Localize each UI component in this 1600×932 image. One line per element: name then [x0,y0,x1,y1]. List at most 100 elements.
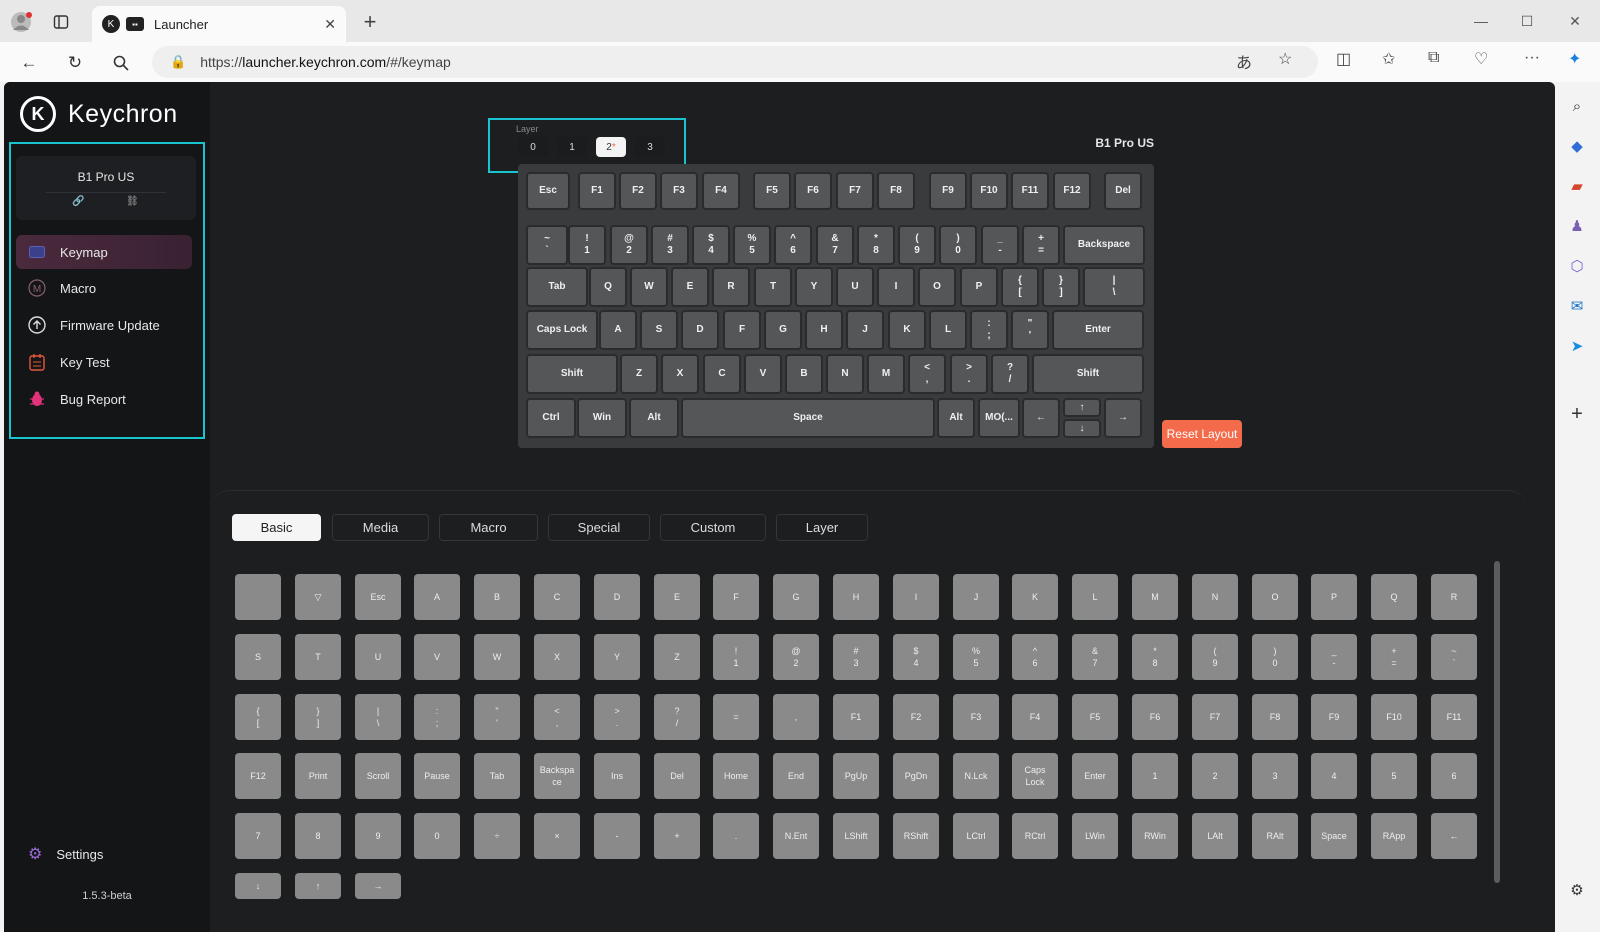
picker-key[interactable]: RAlt [1252,813,1298,859]
picker-key[interactable]: Tab [474,753,520,799]
sidebar-item-bug-report[interactable]: Bug Report [16,382,192,416]
picker-key[interactable]: . [713,813,759,859]
keyboard-key[interactable]: J [846,310,884,350]
picker-key[interactable]: N.Ent [773,813,819,859]
picker-key[interactable]: F3 [953,694,999,740]
keyboard-key[interactable]: G [764,310,802,350]
tab-media[interactable]: Media [332,514,429,541]
keyboard-key[interactable]: _ - [981,225,1019,265]
keyboard-key[interactable]: * 8 [857,225,895,265]
picker-key[interactable]: F [713,574,759,620]
picker-key[interactable]: LCtrl [953,813,999,859]
profile-icon[interactable] [8,9,34,35]
picker-key[interactable]: Esc [355,574,401,620]
keyboard-key[interactable]: F3 [660,172,698,210]
picker-key[interactable]: Home [713,753,759,799]
keyboard-key[interactable]: Backspace [1063,225,1145,265]
picker-key[interactable]: C [534,574,580,620]
sidebar-item-keymap[interactable]: Keymap [16,235,192,269]
picker-key[interactable]: (9 [1192,634,1238,680]
maximize-icon[interactable]: ☐ [1512,10,1542,32]
picker-key[interactable]: Z [654,634,700,680]
picker-key[interactable]: = [713,694,759,740]
keyboard-key[interactable]: Caps Lock [526,310,598,350]
keyboard-key[interactable]: E [671,267,709,307]
keyboard-key[interactable]: F1 [578,172,616,210]
search-sidebar-icon[interactable]: ⌕ [1565,94,1589,118]
picker-key[interactable]: Enter [1072,753,1118,799]
link-icon[interactable]: 🔗 [72,196,84,207]
picker-key[interactable]: Backspa ce [534,753,580,799]
collections-icon[interactable]: ⧉ [1428,49,1439,67]
picker-key[interactable]: ← [1431,813,1477,859]
keyboard-key[interactable]: <, [908,354,946,394]
keyboard-key[interactable]: F7 [836,172,874,210]
picker-key[interactable]: Del [654,753,700,799]
picker-key[interactable]: RShift [893,813,939,859]
keyboard-key[interactable]: Z [620,354,658,394]
picker-key[interactable]: >. [594,694,640,740]
keyboard-key[interactable]: @2 [610,225,648,265]
picker-key[interactable]: Pause [414,753,460,799]
keyboard-key[interactable]: $4 [692,225,730,265]
keyboard-key[interactable]: F11 [1011,172,1049,210]
picker-key[interactable]: LAlt [1192,813,1238,859]
keyboard-key[interactable]: ^ 6 [774,225,812,265]
picker-key[interactable]: G [773,574,819,620]
keyboard-key[interactable]: + = [1022,225,1060,265]
tab-actions-icon[interactable] [48,9,74,35]
picker-key[interactable]: 8 [295,813,341,859]
picker-key[interactable]: " ' [474,694,520,740]
picker-key[interactable]: RApp [1371,813,1417,859]
picker-key[interactable]: F11 [1431,694,1477,740]
add-sidebar-app-icon[interactable]: + [1565,402,1589,426]
keyboard-key[interactable]: T [754,267,792,307]
layer-button-1[interactable]: 1 [557,137,587,157]
picker-key[interactable] [235,574,281,620]
picker-key[interactable]: Space [1311,813,1357,859]
keyboard-key[interactable]: Y [795,267,833,307]
picker-key[interactable]: ? / [654,694,700,740]
keyboard-key[interactable]: M [867,354,905,394]
picker-key[interactable]: @2 [773,634,819,680]
picker-key[interactable]: $4 [893,634,939,680]
toolbox-icon[interactable]: ▰ [1565,174,1589,198]
picker-key[interactable]: RCtrl [1012,813,1058,859]
layer-button-3[interactable]: 3 [635,137,665,157]
keyboard-key[interactable]: :; [970,310,1008,350]
keyboard-key[interactable]: R [712,267,750,307]
keyboard-key[interactable]: W [630,267,668,307]
search-icon[interactable] [108,50,134,76]
picker-key[interactable]: F2 [893,694,939,740]
picker-key[interactable]: ^ 6 [1012,634,1058,680]
office-icon[interactable]: ⬡ [1565,254,1589,278]
keyboard-key[interactable]: Q [589,267,627,307]
keyboard-key[interactable]: #3 [651,225,689,265]
keyboard-key[interactable]: Del [1104,172,1142,210]
picker-key[interactable]: + = [1371,634,1417,680]
keyboard-key[interactable]: K [888,310,926,350]
sidebar-item-settings[interactable]: ⚙ Settings [28,844,103,864]
picker-key[interactable]: 5 [1371,753,1417,799]
split-screen-icon[interactable]: ◫ [1336,49,1351,69]
picker-key[interactable]: LShift [833,813,879,859]
layer-button-0[interactable]: 0 [518,137,548,157]
unlink-icon[interactable]: ⛓ [126,196,139,207]
picker-key[interactable]: Print [295,753,341,799]
keyboard-key[interactable]: V [744,354,782,394]
keyboard-key[interactable]: (9 [898,225,936,265]
picker-key[interactable]: <, [534,694,580,740]
picker-key[interactable]: B [474,574,520,620]
picker-key[interactable]: T [295,634,341,680]
close-window-icon[interactable]: ✕ [1560,10,1590,32]
picker-key[interactable]: 0 [414,813,460,859]
keyboard-key[interactable]: " ' [1011,310,1049,350]
tab-custom[interactable]: Custom [660,514,766,541]
picker-key[interactable]: → [355,873,401,899]
picker-key[interactable]: F10 [1371,694,1417,740]
picker-key[interactable]: M [1132,574,1178,620]
picker-key[interactable]: #3 [833,634,879,680]
keyboard-key[interactable]: >. [950,354,988,394]
picker-key[interactable]: I [893,574,939,620]
picker-key[interactable]: Caps Lock [1012,753,1058,799]
